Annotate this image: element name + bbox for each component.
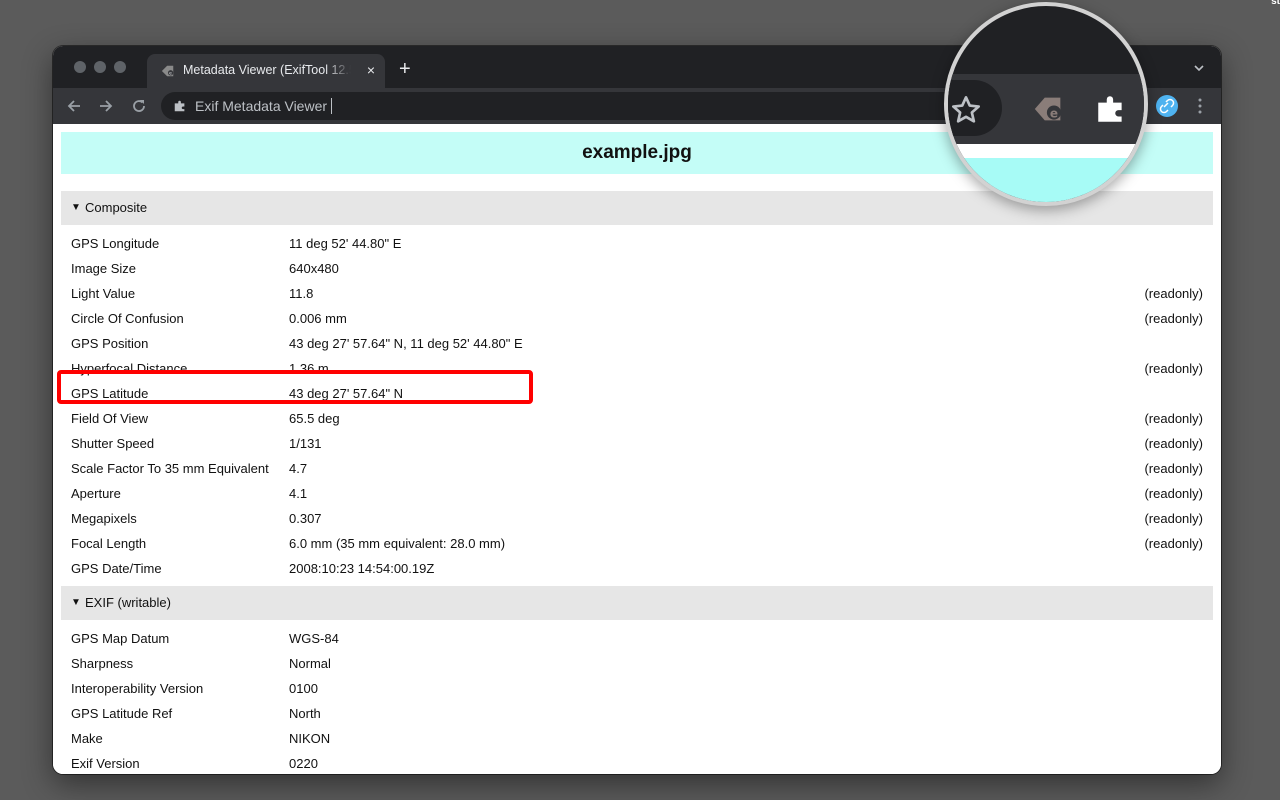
tag-name: Image Size — [71, 261, 137, 276]
puzzle-icon — [174, 100, 185, 112]
svg-text:e: e — [1050, 107, 1058, 121]
tag-name: Make — [71, 731, 103, 746]
table-row: GPS Latitude Ref North — [61, 701, 1213, 726]
more-menu-icon[interactable] — [1193, 97, 1207, 115]
tag-name: Scale Factor To 35 mm Equivalent — [71, 461, 269, 476]
address-bar-text: Exif Metadata Viewer — [195, 98, 333, 114]
gps-position-highlight — [57, 370, 533, 404]
tab-close-icon[interactable]: × — [367, 62, 375, 78]
table-row: GPS Longitude 11 deg 52' 44.80" E — [61, 231, 1213, 256]
triangle-down-icon: ▼ — [71, 202, 81, 213]
magnified-page-edge — [948, 144, 1144, 158]
readonly-flag: (readonly) — [1144, 461, 1203, 476]
readonly-flag: (readonly) — [1144, 361, 1203, 376]
table-row: Light Value 11.8 (readonly) — [61, 281, 1213, 306]
reload-icon[interactable] — [130, 97, 148, 115]
table-row: Circle Of Confusion 0.006 mm (readonly) — [61, 306, 1213, 331]
tag-name: Megapixels — [71, 511, 137, 526]
tag-value: 1/131 — [289, 436, 322, 451]
table-row: Megapixels 0.307 (readonly) — [61, 506, 1213, 531]
triangle-down-icon: ▼ — [71, 597, 81, 608]
tag-name: GPS Date/Time — [71, 561, 162, 576]
table-row: GPS Date/Time 2008:10:23 14:54:00.19Z — [61, 556, 1213, 581]
svg-text:e: e — [169, 72, 172, 77]
section-title: Composite — [85, 200, 148, 215]
tag-name: Field Of View — [71, 411, 149, 426]
tag-value: 4.7 — [289, 461, 308, 476]
chevron-down-icon[interactable] — [1193, 62, 1205, 74]
tag-value: 0100 — [289, 681, 318, 696]
tag-value: North — [289, 706, 321, 721]
puzzle-icon[interactable] — [1094, 92, 1128, 126]
tag-name: Circle Of Confusion — [71, 311, 184, 326]
toolbar-magnifier: e — [944, 2, 1148, 206]
tag-name: Interoperability Version — [71, 681, 204, 696]
tag-value: 11.8 — [289, 286, 314, 301]
new-tab-button[interactable]: + — [399, 59, 411, 79]
tag-value: 0.307 — [289, 511, 322, 526]
desktop-corner-text: st — [1271, 0, 1280, 7]
readonly-flag: (readonly) — [1144, 311, 1203, 326]
readonly-flag: (readonly) — [1144, 411, 1203, 426]
exif-tag-icon[interactable]: e — [1032, 92, 1066, 126]
tag-name: Shutter Speed — [71, 436, 155, 451]
tag-value: 4.1 — [289, 486, 308, 501]
tab-title: Metadata Viewer (ExifTool 12.5 — [183, 63, 351, 77]
table-row: Scale Factor To 35 mm Equivalent 4.7 (read… — [61, 456, 1213, 481]
tag-value: NIKON — [289, 731, 331, 746]
readonly-flag: (readonly) — [1144, 511, 1203, 526]
section-title: EXIF (writable) — [85, 595, 171, 610]
tag-value: 43 deg 27' 57.64" N, 11 deg 52' 44.80" E — [289, 336, 523, 351]
back-arrow-icon[interactable] — [65, 97, 83, 115]
tag-name: GPS Latitude Ref — [71, 706, 173, 721]
tag-name: GPS Longitude — [71, 236, 160, 251]
tag-name: Focal Length — [71, 536, 147, 551]
tag-name: Light Value — [71, 286, 136, 301]
tag-name: GPS Position — [71, 336, 149, 351]
extension-link-icon[interactable] — [1156, 95, 1178, 117]
table-row: Interoperability Version 0100 — [61, 676, 1213, 701]
page-content: example.jpg ▼ Composite GPS Longitude 11 … — [53, 124, 1221, 774]
zoom-window-button[interactable] — [114, 61, 126, 73]
forward-arrow-icon[interactable] — [97, 97, 115, 115]
tag-name: Sharpness — [71, 656, 134, 671]
close-window-button[interactable] — [74, 61, 86, 73]
table-row: Shutter Speed 1/131 (readonly) — [61, 431, 1213, 456]
tag-value: 2008:10:23 14:54:00.19Z — [289, 561, 435, 576]
tag-value: 11 deg 52' 44.80" E — [289, 236, 402, 251]
table-row: Make NIKON — [61, 726, 1213, 751]
tag-name: Aperture — [71, 486, 121, 501]
tag-value: 640x480 — [289, 261, 339, 276]
tag-value: 65.5 deg — [289, 411, 340, 426]
magnified-title-bar — [948, 158, 1144, 202]
table-row: GPS Map Datum WGS-84 — [61, 626, 1213, 651]
table-row: Sharpness Normal — [61, 651, 1213, 676]
table-row: Image Size 640x480 — [61, 256, 1213, 281]
tag-name: Exif Version — [71, 756, 140, 771]
table-row: Focal Length 6.0 mm (35 mm equivalent: 28… — [61, 531, 1213, 556]
table-row: GPS Position 43 deg 27' 57.64" N, 11 deg … — [61, 331, 1213, 356]
tab-metadata-viewer[interactable]: e Metadata Viewer (ExifTool 12.5 × — [147, 54, 385, 88]
section-header-exif[interactable]: ▼ EXIF (writable) — [61, 586, 1213, 620]
tag-value: 6.0 mm (35 mm equivalent: 28.0 mm) — [289, 536, 506, 551]
address-bar[interactable]: Exif Metadata Viewer — [161, 92, 1001, 120]
table-row: Aperture 4.1 (readonly) — [61, 481, 1213, 506]
readonly-flag: (readonly) — [1144, 286, 1203, 301]
table-row: Exif Version 0220 — [61, 751, 1213, 774]
table-row: Field Of View 65.5 deg (readonly) — [61, 406, 1213, 431]
tag-value: 0220 — [289, 756, 318, 771]
minimize-window-button[interactable] — [94, 61, 106, 73]
exif-tag-icon: e — [161, 65, 174, 77]
readonly-flag: (readonly) — [1144, 536, 1203, 551]
tag-name: GPS Map Datum — [71, 631, 170, 646]
readonly-flag: (readonly) — [1144, 436, 1203, 451]
tag-value: 0.006 mm — [289, 311, 347, 326]
star-icon[interactable] — [950, 94, 982, 126]
tag-value: Normal — [289, 656, 331, 671]
tag-value: WGS-84 — [289, 631, 339, 646]
readonly-flag: (readonly) — [1144, 486, 1203, 501]
